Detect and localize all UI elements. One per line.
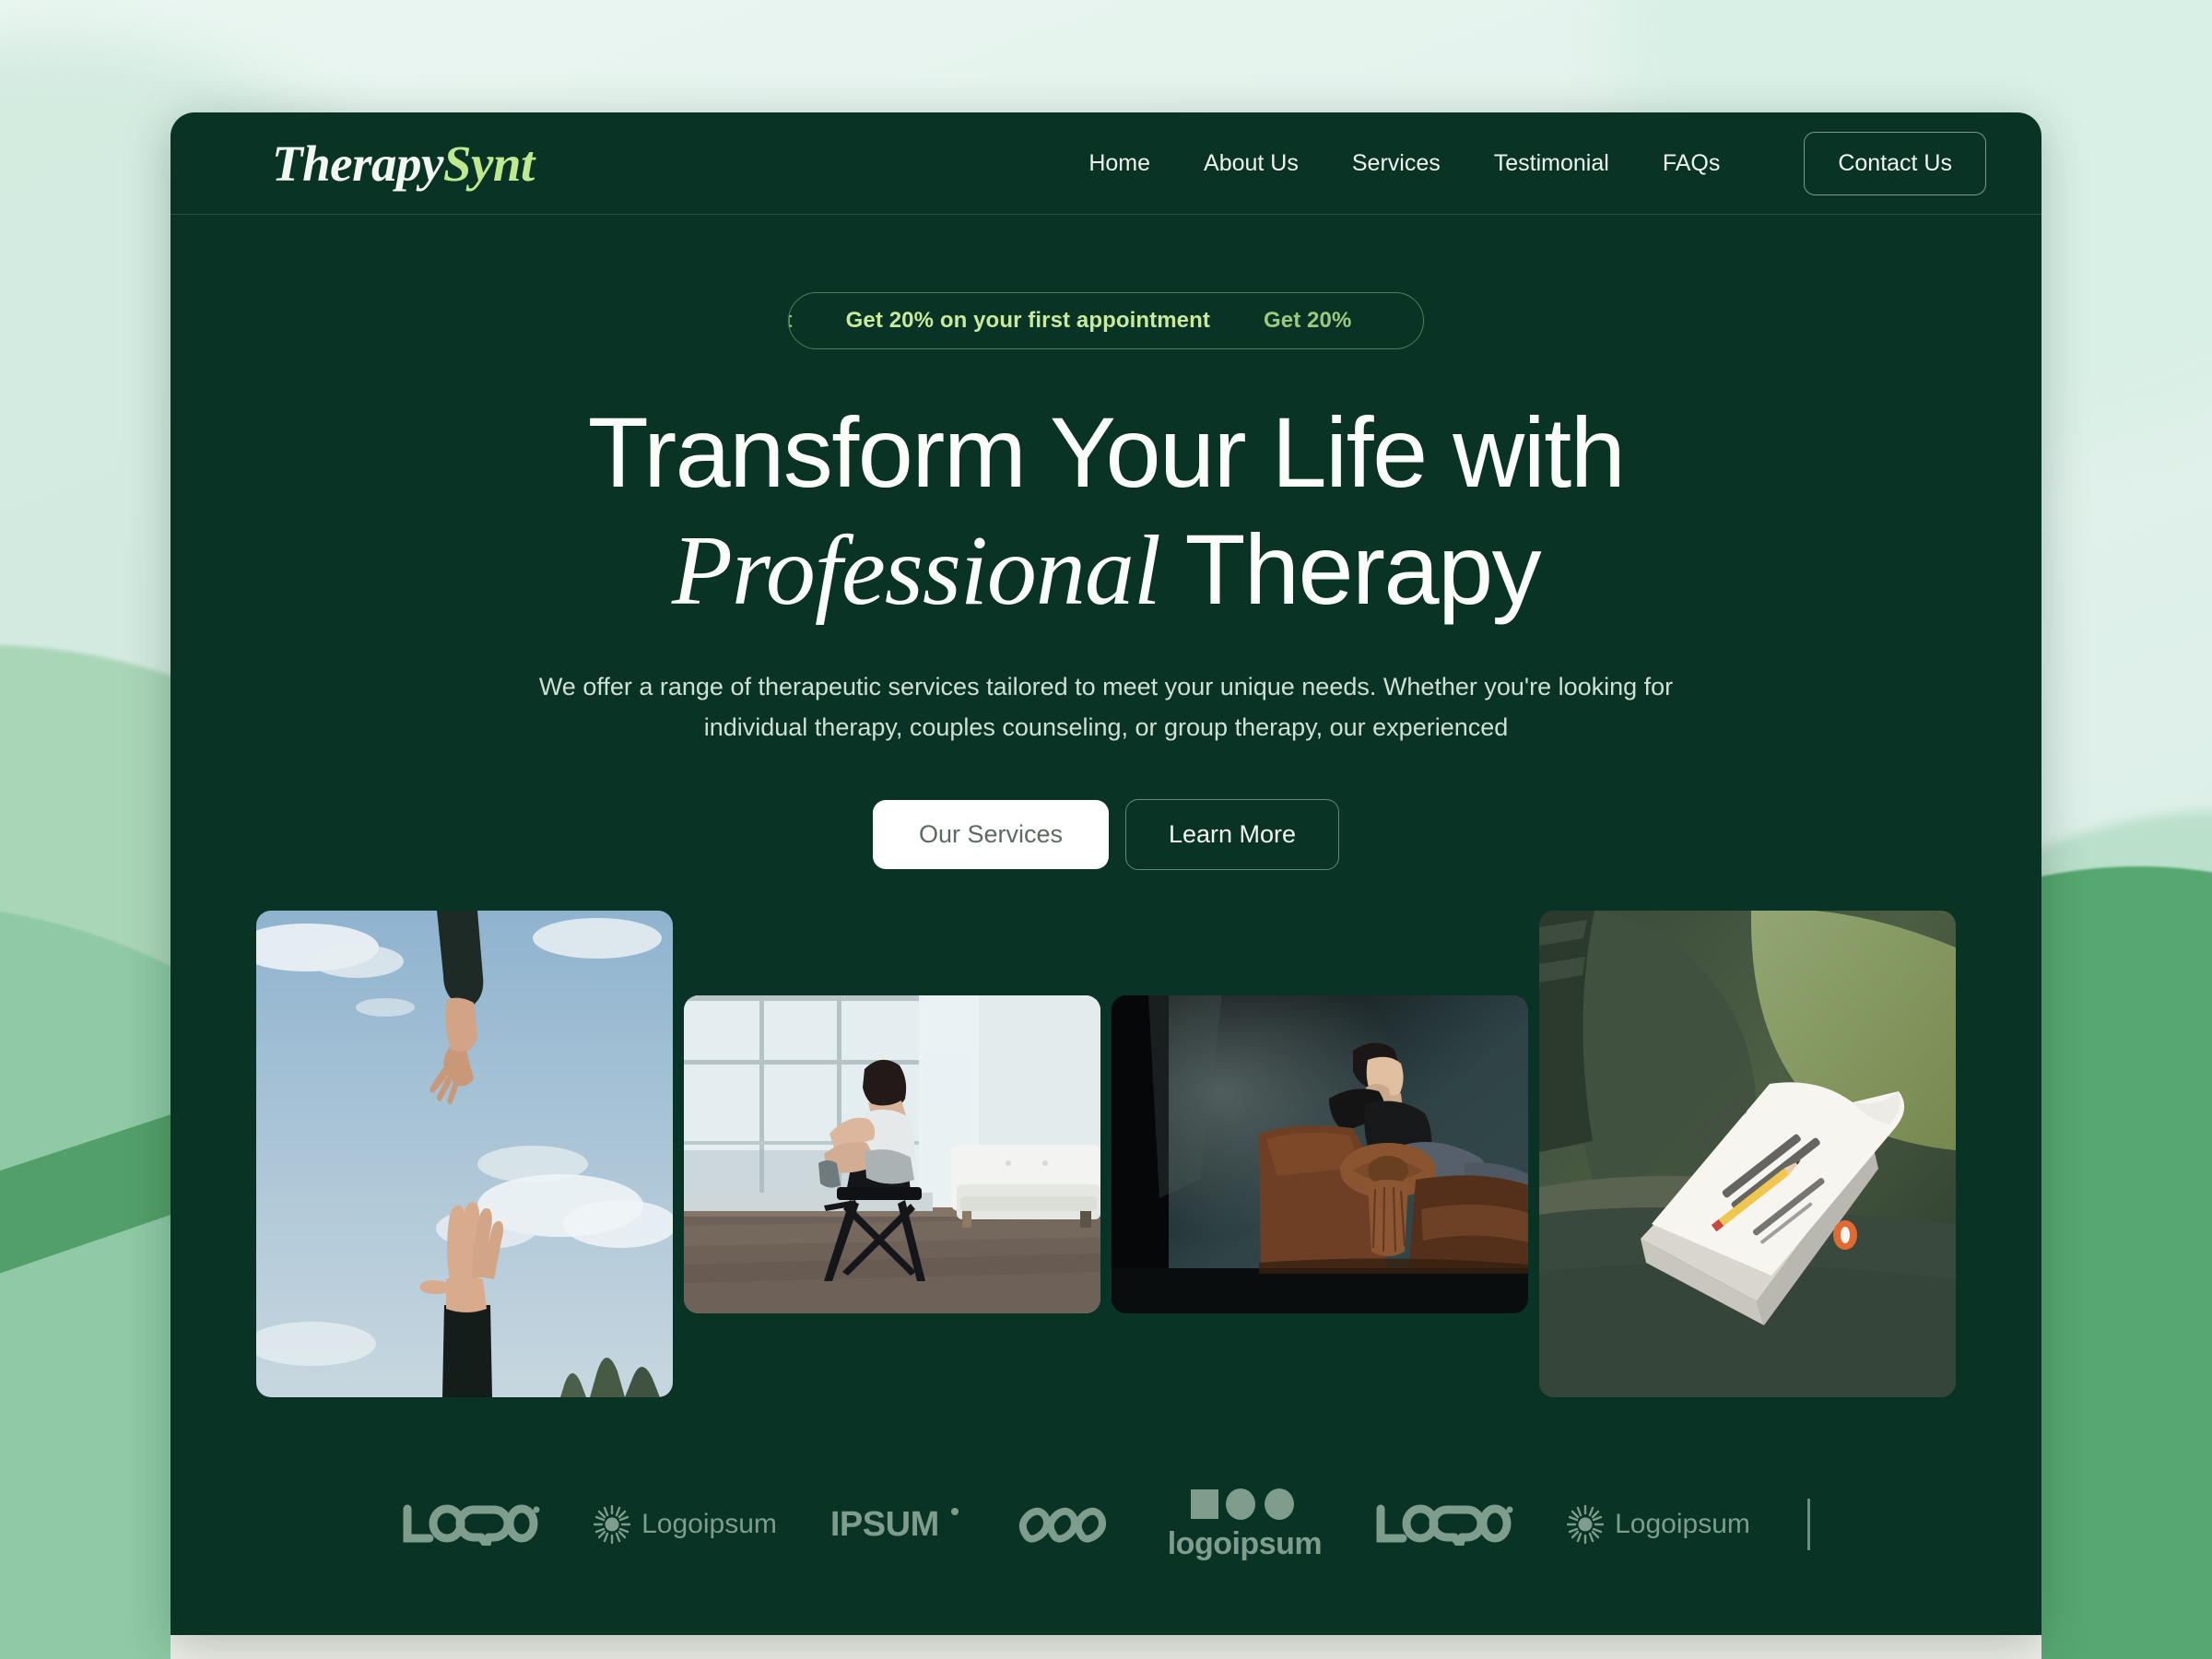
hero-headline: Transform Your Life with Professional Th… <box>171 394 2041 630</box>
sunburst-icon <box>1567 1505 1605 1545</box>
brand-logo[interactable]: TherapySynt <box>272 135 535 193</box>
promo-text-full: Get 20% on your first appointment <box>845 308 1210 333</box>
hero-headline-rest: Therapy <box>1184 513 1541 626</box>
loops-icon <box>1018 1508 1106 1543</box>
hero-cta-row: Our Services Learn More <box>171 799 2041 871</box>
partner-logo-2-sunburst-logoipsum[interactable]: Logoipsum <box>594 1505 777 1545</box>
brand-logo-part2: Synt <box>442 135 535 192</box>
gallery-image-book-on-cushion[interactable] <box>1539 911 1956 1398</box>
partner-logo-4-loops-mark[interactable] <box>1013 1503 1114 1546</box>
promo-marquee-pill[interactable]: ppointment Get 20% on your first appoint… <box>788 292 1424 349</box>
nav-item-about-us[interactable]: About Us <box>1177 150 1325 177</box>
hero-headline-line2: Professional Therapy <box>171 511 2041 629</box>
sunburst-icon <box>594 1505 631 1545</box>
gallery-image-man-on-leather-sofa[interactable] <box>1112 994 1528 1313</box>
nav-item-services[interactable]: Services <box>1325 150 1467 177</box>
partner-logo-1-logo-wordmark[interactable] <box>402 1503 540 1547</box>
brand-logo-part1: Therapy <box>272 135 443 192</box>
site-header: TherapySynt Home About Us Services Testi… <box>171 112 2041 215</box>
promo-text-partial-left: ppointment <box>789 308 793 334</box>
nav-item-testimonial[interactable]: Testimonial <box>1467 150 1636 177</box>
woman-on-chair-by-window-icon <box>684 994 1100 1313</box>
main-navigation: Home About Us Services Testimonial FAQs … <box>1062 131 1986 195</box>
hero-image-gallery <box>171 911 2041 1398</box>
two-hands-reaching-sky-icon <box>256 911 673 1398</box>
partner-logo-2-label: Logoipsum <box>641 1509 777 1540</box>
partner-logo-5-label: logoipsum <box>1167 1525 1323 1561</box>
logo-strip-divider <box>1806 1499 1810 1551</box>
contact-us-button[interactable]: Contact Us <box>1804 131 1986 195</box>
bottom-section-strip <box>171 1633 2041 1659</box>
logo-wordmark-icon <box>1376 1504 1513 1547</box>
shapes-icon <box>1191 1488 1295 1520</box>
hero-page-card: TherapySynt Home About Us Services Testi… <box>171 112 2041 1635</box>
nav-item-faqs[interactable]: FAQs <box>1636 150 1747 177</box>
gallery-image-woman-on-chair-by-window[interactable] <box>684 994 1100 1313</box>
gallery-image-two-hands-reaching-sky[interactable] <box>256 911 673 1398</box>
hero-section: ppointment Get 20% on your first appoint… <box>171 215 2041 1567</box>
man-on-leather-sofa-icon <box>1112 994 1528 1313</box>
our-services-button[interactable]: Our Services <box>872 800 1109 870</box>
promo-text-partial-right: Get 20% <box>1263 308 1352 333</box>
partner-logo-3-label: IPSUM <box>830 1504 939 1544</box>
partner-logo-5-shapes-logoipsum[interactable]: logoipsum <box>1167 1488 1323 1562</box>
learn-more-button[interactable]: Learn More <box>1124 799 1340 871</box>
partner-logo-3-ipsum-wordmark[interactable]: IPSUM <box>830 1505 959 1545</box>
nav-item-home[interactable]: Home <box>1062 150 1177 177</box>
hero-headline-line1: Transform Your Life with <box>587 396 1626 508</box>
promo-marquee-track: ppointment Get 20% on your first appoint… <box>789 308 1352 334</box>
logo-wordmark-icon <box>403 1504 540 1547</box>
hero-subtitle: We offer a range of therapeutic services… <box>538 672 1674 741</box>
dot-accent-icon <box>950 1508 959 1516</box>
partner-logo-strip: Logoipsum IPSUM logoipsum Logoipsum <box>171 1482 2041 1567</box>
partner-logo-6-logo-wordmark[interactable] <box>1375 1503 1513 1547</box>
hero-headline-italic: Professional <box>671 516 1161 627</box>
partner-logo-7-sunburst-logoipsum[interactable]: Logoipsum <box>1567 1505 1750 1545</box>
partner-logo-7-label: Logoipsum <box>1615 1509 1750 1540</box>
book-on-cushion-icon <box>1539 911 1956 1398</box>
